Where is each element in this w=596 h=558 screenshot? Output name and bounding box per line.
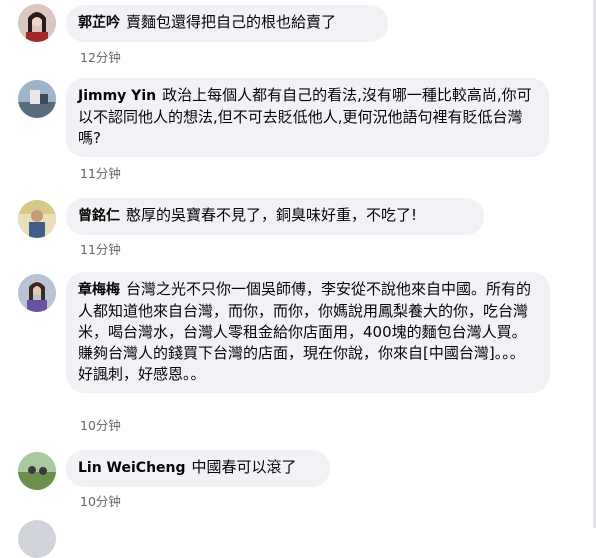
avatar[interactable] (18, 274, 56, 312)
comment-timestamp[interactable]: 11分钟 (80, 239, 121, 258)
comment-author[interactable]: Lin WeiCheng (78, 460, 186, 476)
avatar[interactable] (18, 4, 56, 42)
comment-bubble: 章梅梅 台灣之光不只你一個吳師傅，李安從不說他來自中國。所有的人都知道他來自台灣，… (66, 272, 550, 393)
avatar[interactable] (18, 200, 56, 238)
avatar[interactable] (18, 452, 56, 490)
avatar[interactable] (18, 520, 56, 558)
comment-bubble: 郭芷吟 賣麵包還得把自己的根也給賣了 (66, 5, 388, 42)
comment-timestamp[interactable]: 10分钟 (80, 415, 121, 434)
comment-timestamp[interactable]: 12分钟 (80, 47, 121, 66)
comment-timestamp[interactable]: 10分钟 (80, 491, 121, 510)
avatar[interactable] (18, 80, 56, 118)
comment-bubble: 曾銘仁 憨厚的吳寶春不見了，銅臭味好重，不吃了! (66, 198, 484, 235)
comment-author[interactable]: 章梅梅 (78, 282, 120, 298)
comment-text: 台灣之光不只你一個吳師傅，李安從不說他來自中國。所有的人都知道他來自台灣，而你，… (78, 280, 532, 383)
comment-author[interactable]: 郭芷吟 (78, 15, 120, 31)
comment-text: 中國春可以滾了 (191, 458, 297, 476)
comment-author[interactable]: 曾銘仁 (78, 208, 120, 224)
comment-bubble: Jimmy Yin 政治上每個人都有自己的看法,沒有哪一種比較高尚,你可以不認同他… (66, 78, 549, 157)
comment-author[interactable]: Jimmy Yin (78, 88, 156, 104)
comment-text: 賣麵包還得把自己的根也給賣了 (126, 13, 337, 31)
comment-bubble: Lin WeiCheng 中國春可以滾了 (66, 450, 330, 487)
comment-timestamp[interactable]: 11分钟 (80, 163, 121, 182)
comment-text: 憨厚的吳寶春不見了，銅臭味好重，不吃了! (126, 206, 418, 224)
